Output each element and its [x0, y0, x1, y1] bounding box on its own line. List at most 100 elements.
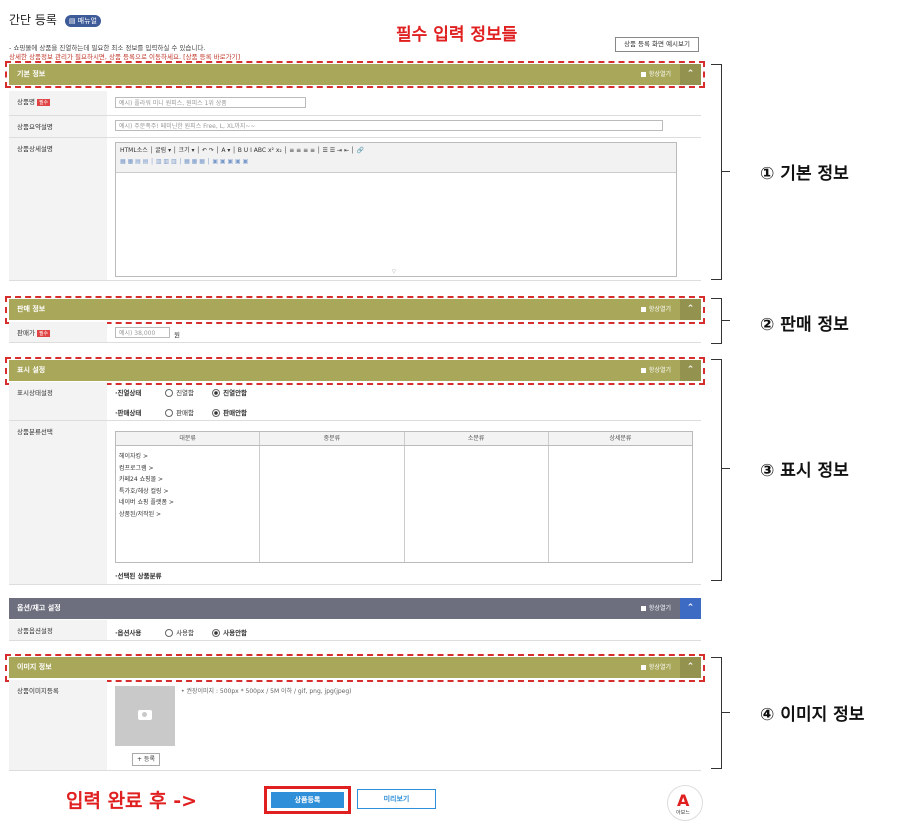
image-row: 상품이미지등록 [9, 680, 701, 771]
category-body: 헤이자킹 > 컴프로그램 > 카페24 쇼핑몰 > 특가호/헤상 컬링 > 네이… [116, 446, 692, 562]
sales-info-annotation: ② 판매 정보 [760, 315, 849, 335]
category-item[interactable]: 상품된/저작된 > [119, 509, 256, 521]
category-small-list[interactable] [405, 446, 549, 562]
category-item[interactable]: 네이버 쇼핑 플랫폼 > [119, 497, 256, 509]
section-title: 옵션/재고 설정 [17, 604, 61, 612]
col-detail: 상세분류 [609, 435, 632, 442]
detail-label: 상품상세설명 [9, 138, 107, 280]
col-small: 소분류 [405, 432, 549, 445]
add-image-button[interactable]: + 등록 [132, 753, 160, 766]
product-name-input[interactable]: 예시) 플라워 미니 원피스, 원피스 1위 상품 [115, 97, 306, 108]
brace-display [711, 359, 722, 581]
radio-icon [165, 409, 174, 417]
manual-badge[interactable]: ▤ 매뉴얼 [64, 14, 101, 27]
sale-no-radio[interactable]: 판매안함 [212, 409, 247, 417]
required-badge: 필수 [36, 99, 51, 106]
radio-label: 진열함 [176, 389, 195, 397]
preview-button[interactable]: 미리보기 [357, 789, 436, 809]
brace-tick [722, 171, 730, 172]
highlight-basic [5, 61, 705, 88]
price-label: 판매가 필수 [9, 322, 107, 342]
radio-icon [212, 409, 221, 417]
option-yes-radio[interactable]: 사용함 [165, 629, 194, 637]
brace-tick [722, 320, 730, 321]
resize-handle-icon[interactable]: ▽ [392, 269, 396, 275]
required-badge: 필수 [36, 330, 51, 337]
display-state-group: ·진열상태 진열함 진열안함 [115, 387, 247, 397]
category-detail-list[interactable] [549, 446, 692, 562]
label-text: 상품명 [17, 98, 35, 106]
radio-icon [165, 389, 174, 397]
register-product-button[interactable]: 상품등록 [271, 792, 344, 808]
editor-toolbar-row2[interactable]: ▦ ▦ ▤ ▤ │ ▥ ▥ ▥ │ ▦ ▦ ▦ │ ▣ ▣ ▣ ▣ ▣ [120, 158, 672, 165]
radio-label: 판매함 [176, 409, 195, 417]
option-no-radio[interactable]: 사용안함 [212, 629, 247, 637]
brand-logo: A 아보느 [667, 785, 703, 821]
category-label: 상품분류선택 [9, 421, 107, 584]
option-label: 상품옵션설정 [9, 620, 107, 640]
category-item[interactable]: 컴프로그램 > [119, 463, 256, 475]
editor-toolbar[interactable]: HTML소스 │ 굴림 ▾ │ 크기 ▾ │ ↶ ↷ │ A ▾ │ B U I… [116, 143, 676, 173]
highlight-image [5, 654, 705, 682]
category-mid-list[interactable] [260, 446, 405, 562]
radio-label: 사용안함 [223, 629, 248, 637]
radio-icon [165, 629, 174, 637]
brace-sales [711, 298, 722, 344]
display-state-label: ·진열상태 [115, 389, 142, 397]
logo-mark-icon: A [677, 791, 690, 810]
notice-link-text[interactable]: 상세한 상품정보 관리가 필요하시면, 상품 등록으로 이동하세요. [상품 등… [9, 51, 240, 61]
category-item[interactable]: 카페24 쇼핑몰 > [119, 474, 256, 486]
display-setting-label: 표시상태설정 [9, 382, 107, 420]
category-item[interactable]: 특가호/헤상 컬링 > [119, 486, 256, 498]
radio-icon [212, 629, 221, 637]
display-info-annotation: ③ 표시 정보 [760, 461, 849, 481]
highlight-sales [5, 296, 705, 324]
summary-input[interactable]: 예시) 주문폭주! 페미닌한 원피스 Free, L, XL까지~~ [115, 120, 663, 131]
selected-category-label: ·선택된 상품분류 [115, 572, 162, 580]
image-info-annotation: ④ 이미지 정보 [760, 705, 865, 725]
after-input-annotation: 입력 완료 후 -> [66, 790, 198, 812]
price-input[interactable]: 예시) 38,000 [115, 327, 170, 338]
category-item[interactable]: 헤이자킹 > [119, 451, 256, 463]
page-title-text: 간단 등록 [9, 13, 57, 27]
chevron-up-icon[interactable]: ⌃ [680, 598, 701, 619]
display-no-radio[interactable]: 진열안함 [212, 389, 247, 397]
sale-state-label: ·판매상태 [115, 409, 142, 417]
submit-highlight: 상품등록 [264, 786, 351, 814]
radio-label: 사용함 [176, 629, 195, 637]
option-stock-header: 옵션/재고 설정 항상열기 ⌃ [9, 598, 701, 619]
sample-view-button[interactable]: 상품 등록 화면 예시보기 [615, 37, 699, 52]
radio-label: 판매안함 [223, 409, 248, 417]
detail-editor[interactable]: HTML소스 │ 굴림 ▾ │ 크기 ▾ │ ↶ ↷ │ A ▾ │ B U I… [115, 142, 677, 277]
image-placeholder[interactable] [115, 686, 175, 746]
logo-text: 아보느 [676, 810, 690, 816]
category-selector: 대분류 중분류 소분류 상세분류 헤이자킹 > 컴프로그램 > 카페24 쇼핑몰… [115, 431, 693, 563]
display-state-row: 표시상태설정 [9, 382, 701, 421]
radio-label: 진열안함 [223, 389, 248, 397]
required-info-annotation: 필수 입력 정보들 [396, 25, 518, 45]
page-title: 간단 등록 ▤ 매뉴얼 [9, 11, 101, 28]
highlight-display [5, 357, 705, 385]
sale-state-group: ·판매상태 판매함 판매안함 [115, 407, 247, 417]
price-unit: 원 [174, 331, 180, 339]
editor-toolbar-row1[interactable]: HTML소스 │ 굴림 ▾ │ 크기 ▾ │ ↶ ↷ │ A ▾ │ B U I… [120, 145, 672, 154]
option-use-group: ·옵션사용 사용함 사용안함 [115, 627, 247, 637]
image-hint: • 권장이미지 : 500px * 500px / 5M 이하 / gif, p… [181, 688, 352, 695]
option-row: 상품옵션설정 [9, 620, 701, 641]
sale-yes-radio[interactable]: 판매함 [165, 409, 194, 417]
price-row: 판매가 필수 [9, 322, 701, 343]
option-use-label: ·옵션사용 [115, 629, 142, 637]
brace-tick [722, 468, 730, 469]
category-header: 대분류 중분류 소분류 상세분류 [116, 432, 692, 446]
col-mid: 중분류 [260, 432, 405, 445]
checkbox-icon [640, 606, 646, 611]
always-open-toggle[interactable]: 항상열기 [640, 598, 671, 619]
brace-basic [711, 64, 722, 280]
basic-info-annotation: ① 기본 정보 [760, 164, 849, 184]
label-text: 판매가 [17, 329, 35, 337]
brace-tick [722, 712, 730, 713]
display-yes-radio[interactable]: 진열함 [165, 389, 194, 397]
product-name-row: 상품명 필수 [9, 91, 701, 116]
category-large-list[interactable]: 헤이자킹 > 컴프로그램 > 카페24 쇼핑몰 > 특가호/헤상 컬링 > 네이… [116, 446, 261, 562]
radio-icon [212, 389, 221, 397]
